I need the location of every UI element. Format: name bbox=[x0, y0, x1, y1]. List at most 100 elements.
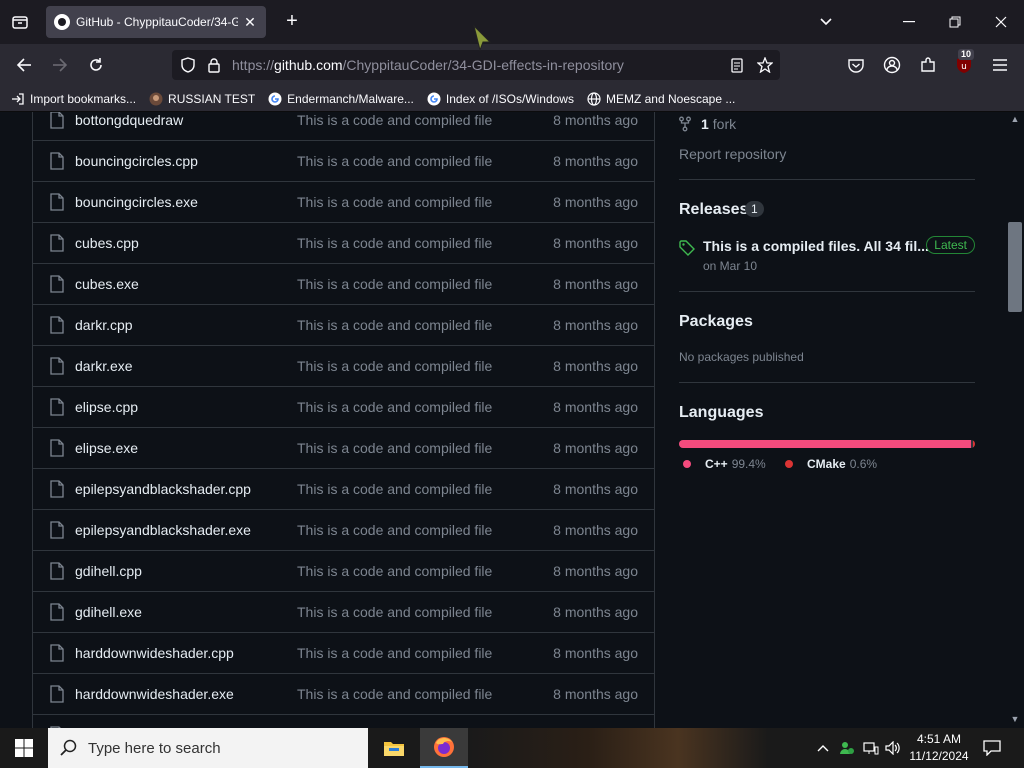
file-name[interactable]: darkr.exe bbox=[75, 358, 133, 374]
forks-link[interactable]: 1 fork bbox=[679, 116, 736, 132]
releases-heading[interactable]: Releases bbox=[679, 201, 748, 219]
file-name[interactable]: epilepsyandblackshader.cpp bbox=[75, 481, 251, 497]
back-arrow-icon[interactable] bbox=[11, 52, 37, 78]
report-repository-link[interactable]: Report repository bbox=[679, 146, 786, 162]
commit-message[interactable]: This is a code and compiled file bbox=[297, 399, 492, 415]
file-row[interactable]: gdihell.exe This is a code and compiled f… bbox=[33, 591, 654, 632]
file-name[interactable]: epilepsyandblackshader.exe bbox=[75, 522, 251, 538]
commit-message[interactable]: This is a code and compiled file bbox=[297, 645, 492, 661]
file-row[interactable]: epilepsyandblackshader.cpp This is a code… bbox=[33, 468, 654, 509]
file-row[interactable]: elipse.cpp This is a code and compiled fi… bbox=[33, 386, 654, 427]
language-cpp[interactable]: C++ 99.4% bbox=[683, 457, 766, 471]
file-row[interactable]: elipse.exe This is a code and compiled fi… bbox=[33, 427, 654, 468]
file-list: bottongdquedraw This is a code and compi… bbox=[32, 112, 655, 728]
minimize-button[interactable] bbox=[886, 0, 932, 44]
firefox-icon bbox=[434, 737, 454, 757]
chevron-down-icon[interactable] bbox=[814, 10, 838, 34]
pocket-icon[interactable] bbox=[843, 52, 869, 78]
bookmark-star-icon[interactable] bbox=[755, 55, 775, 75]
file-name[interactable]: bouncingcircles.cpp bbox=[75, 153, 198, 169]
file-icon bbox=[49, 234, 65, 252]
release-title[interactable]: This is a compiled files. All 34 fil... bbox=[703, 238, 929, 254]
scrollbar-thumb[interactable] bbox=[1008, 222, 1022, 312]
tab-list-icon[interactable] bbox=[8, 10, 32, 34]
firefox-taskbar-button[interactable] bbox=[420, 728, 468, 768]
start-button[interactable] bbox=[0, 728, 48, 768]
language-cmake[interactable]: CMake 0.6% bbox=[785, 457, 877, 471]
page-scrollbar[interactable] bbox=[1007, 112, 1024, 728]
file-name[interactable]: harddownwideshader.exe bbox=[75, 686, 234, 702]
commit-message[interactable]: This is a code and compiled file bbox=[297, 440, 492, 456]
commit-message[interactable]: This is a code and compiled file bbox=[297, 686, 492, 702]
file-row[interactable]: harddownwideshader.cpp This is a code and… bbox=[33, 632, 654, 673]
bookmark-import[interactable]: Import bookmarks... bbox=[10, 91, 136, 107]
file-name[interactable]: elipse.cpp bbox=[75, 399, 138, 415]
new-tab-button[interactable]: + bbox=[280, 10, 304, 34]
menu-icon[interactable] bbox=[987, 52, 1013, 78]
file-row[interactable]: bottongdquedraw This is a code and compi… bbox=[33, 112, 654, 140]
show-hidden-icons-chevron-icon[interactable] bbox=[812, 728, 834, 768]
taskbar-search-box[interactable]: Type here to search bbox=[48, 728, 368, 768]
file-row[interactable]: harddownwideshader.exe This is a code and… bbox=[33, 673, 654, 714]
bookmark-label: Import bookmarks... bbox=[30, 91, 137, 106]
file-name[interactable]: darkr.cpp bbox=[75, 317, 133, 333]
commit-message[interactable]: This is a code and compiled file bbox=[297, 153, 492, 169]
reader-view-icon[interactable] bbox=[727, 55, 747, 75]
commit-message[interactable]: This is a code and compiled file bbox=[297, 276, 492, 292]
user-status-icon[interactable] bbox=[836, 728, 858, 768]
file-name[interactable]: cubes.cpp bbox=[75, 235, 139, 251]
commit-message[interactable]: This is a code and compiled file bbox=[297, 563, 492, 579]
file-row[interactable]: darkr.exe This is a code and compiled fil… bbox=[33, 345, 654, 386]
commit-message[interactable]: This is a code and compiled file bbox=[297, 604, 492, 620]
commit-message[interactable]: This is a code and compiled file bbox=[297, 522, 492, 538]
file-explorer-button[interactable] bbox=[370, 728, 418, 768]
commit-message[interactable]: This is a code and compiled file bbox=[297, 235, 492, 251]
forward-arrow-icon[interactable] bbox=[47, 52, 73, 78]
file-name[interactable]: cubes.exe bbox=[75, 276, 139, 292]
commit-date: 8 months ago bbox=[553, 686, 638, 702]
commit-message[interactable]: This is a code and compiled file bbox=[297, 481, 492, 497]
bookmark-index-isos[interactable]: Index of /ISOs/Windows bbox=[426, 91, 574, 107]
reload-icon[interactable] bbox=[83, 52, 109, 78]
commit-message[interactable]: This is a code and compiled file bbox=[297, 194, 492, 210]
lock-icon[interactable] bbox=[204, 55, 224, 75]
file-name[interactable]: bouncingcircles.exe bbox=[75, 194, 198, 210]
extensions-icon[interactable] bbox=[915, 52, 941, 78]
file-row[interactable]: epilepsyandblackshader.exe This is a code… bbox=[33, 509, 654, 550]
notifications-icon[interactable] bbox=[976, 728, 1008, 768]
scroll-down-icon[interactable]: ▼ bbox=[1009, 714, 1021, 726]
file-row[interactable]: darkr.cpp This is a code and compiled fil… bbox=[33, 304, 654, 345]
packages-heading[interactable]: Packages bbox=[679, 313, 753, 331]
bookmark-memz[interactable]: MEMZ and Noescape ... bbox=[586, 91, 735, 107]
account-icon[interactable] bbox=[879, 52, 905, 78]
file-name[interactable]: elipse.exe bbox=[75, 440, 138, 456]
file-row[interactable]: hslsshader.cppThis is a code and compile… bbox=[33, 714, 654, 728]
language-name: C++ bbox=[705, 457, 728, 471]
active-tab[interactable]: GitHub - ChyppitauCoder/34-GDI-effects-i… bbox=[46, 6, 266, 38]
file-name[interactable]: gdihell.cpp bbox=[75, 563, 142, 579]
file-name[interactable]: gdihell.exe bbox=[75, 604, 142, 620]
url-bar[interactable]: https://github.com/ChyppitauCoder/34-GDI… bbox=[172, 50, 780, 80]
volume-icon[interactable] bbox=[882, 728, 904, 768]
bookmark-russian-test[interactable]: RUSSIAN TEST bbox=[148, 91, 255, 107]
scroll-up-icon[interactable]: ▲ bbox=[1009, 114, 1021, 126]
commit-date: 8 months ago bbox=[553, 112, 638, 128]
restore-button[interactable] bbox=[932, 0, 978, 44]
commit-message[interactable]: This is a code and compiled file bbox=[297, 112, 492, 128]
commit-message[interactable]: This is a code and compiled file bbox=[297, 317, 492, 333]
taskbar-clock[interactable]: 4:51 AM 11/12/2024 bbox=[906, 731, 972, 765]
file-row[interactable]: cubes.cpp This is a code and compiled fil… bbox=[33, 222, 654, 263]
bookmark-endermanch[interactable]: Endermanch/Malware... bbox=[267, 91, 414, 107]
close-window-button[interactable] bbox=[978, 0, 1024, 44]
file-row[interactable]: bouncingcircles.cpp This is a code and co… bbox=[33, 140, 654, 181]
file-row[interactable]: bouncingcircles.exe This is a code and co… bbox=[33, 181, 654, 222]
shield-icon[interactable] bbox=[178, 55, 198, 75]
file-name[interactable]: harddownwideshader.cpp bbox=[75, 645, 234, 661]
file-row[interactable]: gdihell.cpp This is a code and compiled f… bbox=[33, 550, 654, 591]
commit-message[interactable]: This is a code and compiled file bbox=[297, 358, 492, 374]
file-row[interactable]: cubes.exe This is a code and compiled fil… bbox=[33, 263, 654, 304]
url-text[interactable]: https://github.com/ChyppitauCoder/34-GDI… bbox=[232, 57, 624, 73]
close-tab-icon[interactable]: ✕ bbox=[242, 14, 258, 31]
file-name[interactable]: bottongdquedraw bbox=[75, 112, 183, 128]
network-icon[interactable] bbox=[860, 728, 882, 768]
